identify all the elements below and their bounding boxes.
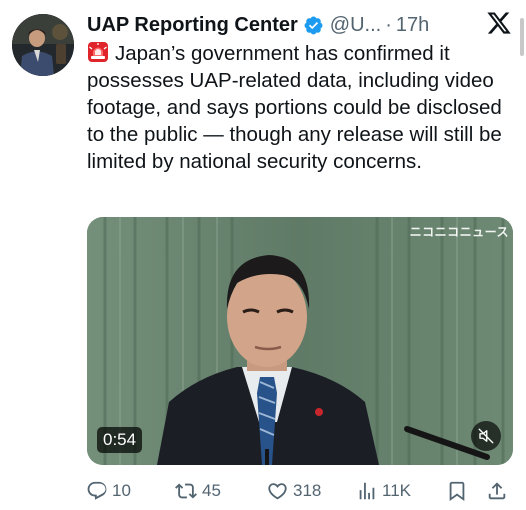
tweet-text-block: Japan’s government has confirmed it poss… [87, 40, 512, 175]
scrollbar[interactable] [520, 18, 524, 56]
like-button[interactable]: 318 [266, 478, 321, 504]
bookmark-button[interactable] [446, 478, 468, 504]
heart-icon [268, 483, 287, 500]
repost-icon [175, 483, 197, 499]
tweet-header: UAP Reporting Center @U... · 17h [87, 12, 429, 38]
reply-icon [87, 481, 107, 500]
speaker-muted-icon [478, 428, 494, 444]
tweet-text: Japan’s government has confirmed it poss… [87, 42, 502, 173]
avatar[interactable] [12, 14, 74, 76]
share-icon [488, 482, 506, 500]
verified-badge-icon [303, 15, 324, 36]
repost-button[interactable]: 45 [174, 478, 221, 504]
share-button[interactable] [486, 478, 508, 504]
video-player[interactable]: ニコニコニュース 0:54 [87, 217, 513, 465]
tweet-action-bar: 10 45 318 11K [86, 478, 516, 504]
separator-dot: · [385, 13, 392, 36]
mute-toggle-button[interactable] [471, 421, 501, 451]
police-light-emoji-icon [87, 41, 109, 63]
timestamp[interactable]: 17h [396, 14, 429, 37]
analytics-icon [359, 482, 375, 500]
reply-count: 10 [112, 481, 131, 500]
author-handle[interactable]: @U... [330, 14, 381, 37]
video-frame [87, 217, 513, 465]
views-button[interactable]: 11K [356, 478, 411, 504]
bookmark-icon [449, 481, 465, 502]
video-watermark: ニコニコニュース [409, 225, 509, 239]
author-name[interactable]: UAP Reporting Center [87, 14, 298, 37]
like-count: 318 [293, 481, 322, 500]
avatar-image [12, 14, 74, 76]
view-count: 11K [382, 481, 411, 500]
video-duration-badge: 0:54 [97, 427, 143, 453]
repost-count: 45 [202, 481, 221, 500]
x-logo-icon[interactable] [486, 10, 512, 36]
reply-button[interactable]: 10 [86, 478, 131, 504]
